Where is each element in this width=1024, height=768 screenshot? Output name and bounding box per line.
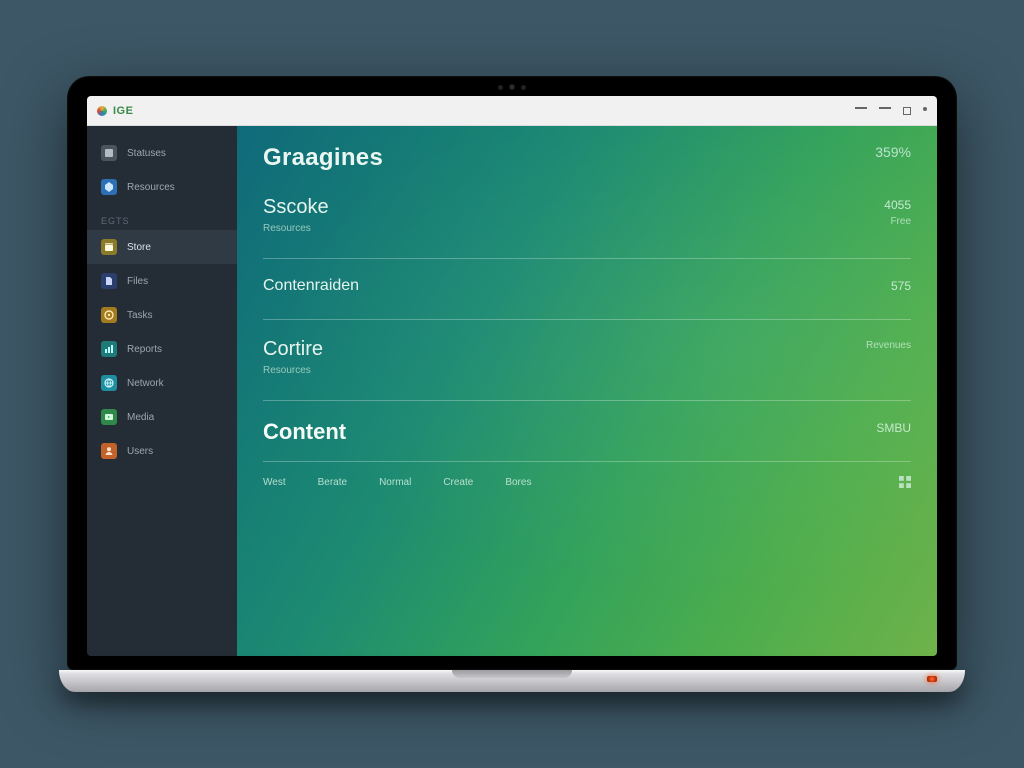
sidebar-item-network[interactable]: Network (87, 366, 237, 400)
section-subtitle: Resources (263, 365, 911, 376)
media-icon (101, 409, 117, 425)
main-panel: Graagines 359% Sscoke Resources 4055 Fre… (237, 126, 937, 656)
section-sscoke[interactable]: Sscoke Resources 4055 Free (237, 178, 937, 244)
resources-icon (101, 179, 117, 195)
sidebar-item-store[interactable]: Store (87, 230, 237, 264)
sidebar-section-header: EGTS (87, 204, 237, 230)
sidebar-item-label: Network (127, 378, 164, 389)
section-title: Sscoke (263, 196, 911, 219)
sidebar-item-label: Files (127, 276, 148, 287)
divider-icon (879, 107, 891, 109)
sidebar-item-label: Resources (127, 182, 175, 193)
hinge-notch (452, 670, 572, 678)
sidebar-item-files[interactable]: Files (87, 264, 237, 298)
sidebar-item-resources[interactable]: Resources (87, 170, 237, 204)
window-controls (855, 107, 927, 115)
sidebar-item-tasks[interactable]: Tasks (87, 298, 237, 332)
screen-bezel: IGE Statuses (67, 76, 957, 670)
screen: IGE Statuses (87, 96, 937, 656)
tasks-icon (101, 307, 117, 323)
section-value: Revenues (866, 340, 911, 351)
section-value: 575 (891, 279, 911, 293)
sidebar-item-label: Store (127, 242, 151, 253)
brand-label: IGE (113, 105, 133, 117)
minimize-button[interactable] (855, 107, 867, 109)
app-body: Statuses Resources EGTS Store (87, 126, 937, 656)
section-value-sub: Free (890, 216, 911, 227)
sidebar-item-reports[interactable]: Reports (87, 332, 237, 366)
header-stat-top: 359% (875, 144, 911, 160)
tab-bores[interactable]: Bores (505, 477, 531, 488)
store-icon (101, 239, 117, 255)
page-title: Graagines (263, 144, 383, 172)
section-contenraiden[interactable]: Contenraiden 575 (237, 259, 937, 305)
page-header: Graagines 359% (237, 126, 937, 178)
sidebar-item-statuses[interactable]: Statuses (87, 136, 237, 170)
sidebar-item-label: Users (127, 446, 153, 457)
grid-view-button[interactable] (899, 476, 911, 488)
section-title: Contenraiden (263, 277, 911, 295)
maximize-button[interactable] (903, 107, 911, 115)
sidebar: Statuses Resources EGTS Store (87, 126, 237, 656)
power-led-icon (927, 676, 937, 682)
sidebar-item-label: Tasks (127, 310, 153, 321)
brand-logo-icon (97, 106, 107, 116)
header-meta: 359% (875, 144, 911, 160)
title-bar: IGE (87, 96, 937, 126)
laptop-base (59, 670, 965, 692)
more-button[interactable] (923, 107, 927, 111)
sidebar-item-label: Statuses (127, 148, 166, 159)
sidebar-item-label: Media (127, 412, 154, 423)
laptop-mockup: IGE Statuses (67, 76, 957, 692)
users-icon (101, 443, 117, 459)
grid-icon (899, 476, 911, 488)
reports-icon (101, 341, 117, 357)
app-brand: IGE (97, 105, 133, 117)
tab-normal[interactable]: Normal (379, 477, 411, 488)
section-value: SMBU (876, 421, 911, 435)
network-icon (101, 375, 117, 391)
section-subtitle: Resources (263, 223, 911, 234)
tab-berate[interactable]: Berate (318, 477, 347, 488)
section-cortire[interactable]: Cortire Resources Revenues (237, 320, 937, 386)
section-content[interactable]: Content SMBU (237, 401, 937, 455)
sidebar-item-users[interactable]: Users (87, 434, 237, 468)
section-title: Cortire (263, 338, 911, 361)
tab-create[interactable]: Create (443, 477, 473, 488)
sidebar-item-label: Reports (127, 344, 162, 355)
status-icon (101, 145, 117, 161)
tabs-row: West Berate Normal Create Bores (237, 462, 937, 504)
webcam (498, 84, 526, 90)
tab-west[interactable]: West (263, 477, 286, 488)
section-title: Content (263, 419, 911, 445)
sidebar-item-media[interactable]: Media (87, 400, 237, 434)
section-value: 4055 (884, 198, 911, 212)
files-icon (101, 273, 117, 289)
